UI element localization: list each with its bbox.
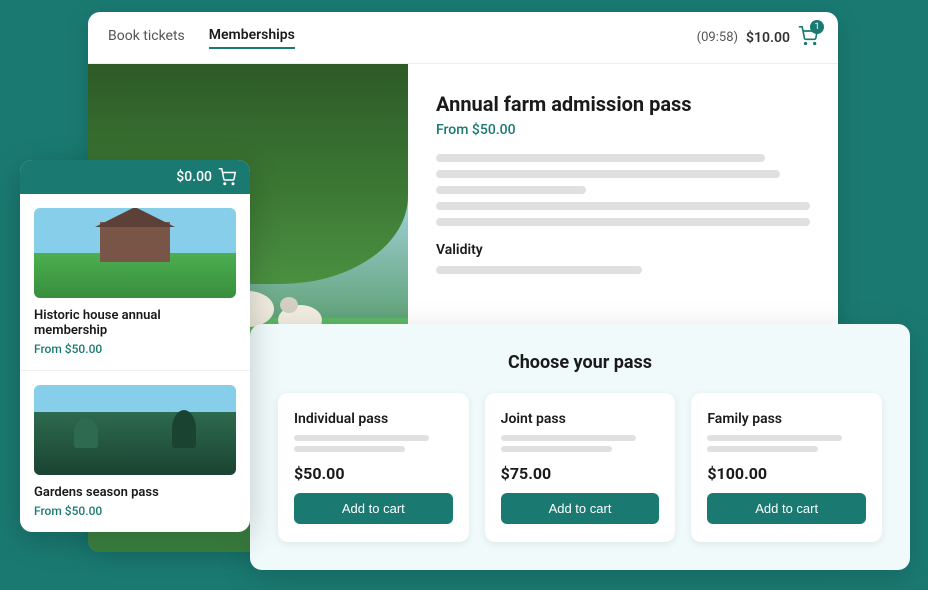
pass-desc-line bbox=[501, 435, 636, 441]
pass-desc-line bbox=[707, 446, 818, 452]
membership-item-garden[interactable]: Gardens season pass From $50.00 bbox=[20, 371, 250, 532]
pass-card-individual: Individual pass $50.00 Add to cart bbox=[278, 393, 469, 542]
product-price: From $50.00 bbox=[436, 122, 810, 138]
membership-item-house[interactable]: Historic house annual membership From $5… bbox=[20, 194, 250, 371]
pass-card-joint: Joint pass $75.00 Add to cart bbox=[485, 393, 676, 542]
garden-scene bbox=[34, 385, 236, 475]
sheep-head bbox=[280, 297, 298, 313]
validity-label: Validity bbox=[436, 242, 810, 258]
pass-price-family: $100.00 bbox=[707, 464, 866, 483]
house-building bbox=[100, 222, 170, 262]
membership-name-house: Historic house annual membership bbox=[34, 308, 236, 338]
nav-bar: Book tickets Memberships (09:58) $10.00 … bbox=[88, 12, 838, 64]
nav-tabs: Book tickets Memberships bbox=[108, 27, 295, 49]
add-to-cart-family[interactable]: Add to cart bbox=[707, 493, 866, 524]
membership-price-house: From $50.00 bbox=[34, 342, 236, 356]
cart-button[interactable]: 1 bbox=[798, 26, 818, 50]
nav-right: (09:58) $10.00 1 bbox=[697, 26, 818, 50]
product-title: Annual farm admission pass bbox=[436, 92, 810, 116]
desc-line-1 bbox=[436, 154, 765, 162]
pass-name-family: Family pass bbox=[707, 411, 866, 427]
floating-card-price: $0.00 bbox=[176, 169, 212, 185]
pass-name-individual: Individual pass bbox=[294, 411, 453, 427]
topiary-1 bbox=[74, 418, 98, 448]
cart-badge: 1 bbox=[810, 20, 824, 34]
pass-desc-line bbox=[294, 435, 429, 441]
pass-modal: Choose your pass Individual pass $50.00 … bbox=[250, 324, 910, 570]
cart-icon-floating bbox=[218, 168, 236, 186]
pass-desc-line bbox=[501, 446, 612, 452]
pass-price-joint: $75.00 bbox=[501, 464, 660, 483]
pass-cards: Individual pass $50.00 Add to cart Joint… bbox=[278, 393, 882, 542]
membership-img-house bbox=[34, 208, 236, 298]
desc-line-3 bbox=[436, 186, 586, 194]
desc-line-4 bbox=[436, 202, 810, 210]
floating-card-header: $0.00 bbox=[20, 160, 250, 194]
membership-img-garden bbox=[34, 385, 236, 475]
desc-line-5 bbox=[436, 218, 810, 226]
house-scene bbox=[34, 208, 236, 298]
floating-membership-card: $0.00 Historic house annual membership F… bbox=[20, 160, 250, 532]
tab-memberships[interactable]: Memberships bbox=[209, 27, 295, 49]
desc-line-2 bbox=[436, 170, 780, 178]
add-to-cart-individual[interactable]: Add to cart bbox=[294, 493, 453, 524]
add-to-cart-joint[interactable]: Add to cart bbox=[501, 493, 660, 524]
membership-name-garden: Gardens season pass bbox=[34, 485, 236, 500]
pass-desc-line bbox=[294, 446, 405, 452]
tab-book-tickets[interactable]: Book tickets bbox=[108, 28, 185, 48]
validity-line bbox=[436, 266, 642, 274]
topiary-2 bbox=[172, 410, 196, 448]
pass-modal-title: Choose your pass bbox=[278, 352, 882, 373]
pass-price-individual: $50.00 bbox=[294, 464, 453, 483]
pass-card-family: Family pass $100.00 Add to cart bbox=[691, 393, 882, 542]
session-timer: (09:58) bbox=[697, 30, 738, 45]
pass-name-joint: Joint pass bbox=[501, 411, 660, 427]
cart-total: $10.00 bbox=[746, 30, 790, 46]
pass-desc-line bbox=[707, 435, 842, 441]
membership-price-garden: From $50.00 bbox=[34, 504, 236, 518]
